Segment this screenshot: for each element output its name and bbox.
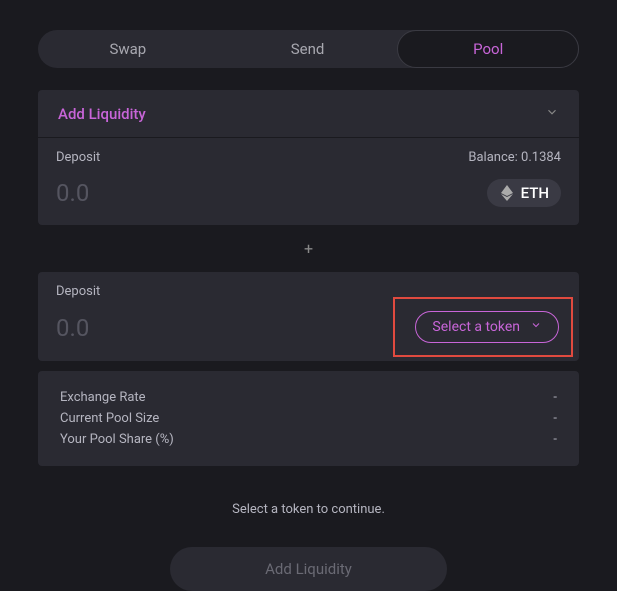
helper-text: Select a token to continue. bbox=[38, 502, 579, 517]
nav-tabs: Swap Send Pool bbox=[38, 30, 579, 68]
select-token-label: Select a token bbox=[432, 319, 520, 335]
amount-input-2[interactable]: 0.0 bbox=[56, 314, 89, 342]
stats-box: Exchange Rate - Current Pool Size - Your… bbox=[38, 371, 579, 466]
chevron-down-icon bbox=[530, 319, 542, 335]
eth-icon bbox=[499, 185, 515, 201]
amount-input-1[interactable]: 0.0 bbox=[56, 179, 89, 207]
select-token-button[interactable]: Select a token bbox=[415, 311, 559, 343]
chevron-down-icon bbox=[545, 104, 559, 123]
token-selector-1[interactable]: ETH bbox=[487, 179, 561, 207]
add-liquidity-button[interactable]: Add Liquidity bbox=[170, 547, 447, 591]
highlight-box: Select a token bbox=[393, 297, 573, 357]
exchange-rate-label: Exchange Rate bbox=[60, 390, 146, 405]
liquidity-panel: Add Liquidity Deposit Balance: 0.1384 0.… bbox=[38, 90, 579, 225]
pool-size-label: Current Pool Size bbox=[60, 411, 159, 426]
deposit-label-2: Deposit bbox=[56, 284, 100, 299]
plus-icon: + bbox=[38, 225, 579, 272]
balance-label-1: Balance: 0.1384 bbox=[468, 150, 561, 165]
exchange-rate-value: - bbox=[553, 390, 557, 405]
tab-send[interactable]: Send bbox=[218, 30, 398, 68]
pool-share-label: Your Pool Share (%) bbox=[60, 432, 174, 447]
deposit-label-1: Deposit bbox=[56, 150, 100, 165]
panel-header[interactable]: Add Liquidity bbox=[38, 90, 579, 137]
deposit-box-1: Deposit Balance: 0.1384 0.0 ETH bbox=[38, 137, 579, 225]
panel-title: Add Liquidity bbox=[58, 105, 146, 123]
tab-swap[interactable]: Swap bbox=[38, 30, 218, 68]
pool-size-value: - bbox=[553, 411, 557, 426]
pool-share-value: - bbox=[553, 432, 557, 447]
deposit-box-2: Deposit 0.0 Select a token bbox=[38, 272, 579, 361]
token-symbol-1: ETH bbox=[521, 184, 549, 202]
tab-pool[interactable]: Pool bbox=[397, 30, 579, 68]
